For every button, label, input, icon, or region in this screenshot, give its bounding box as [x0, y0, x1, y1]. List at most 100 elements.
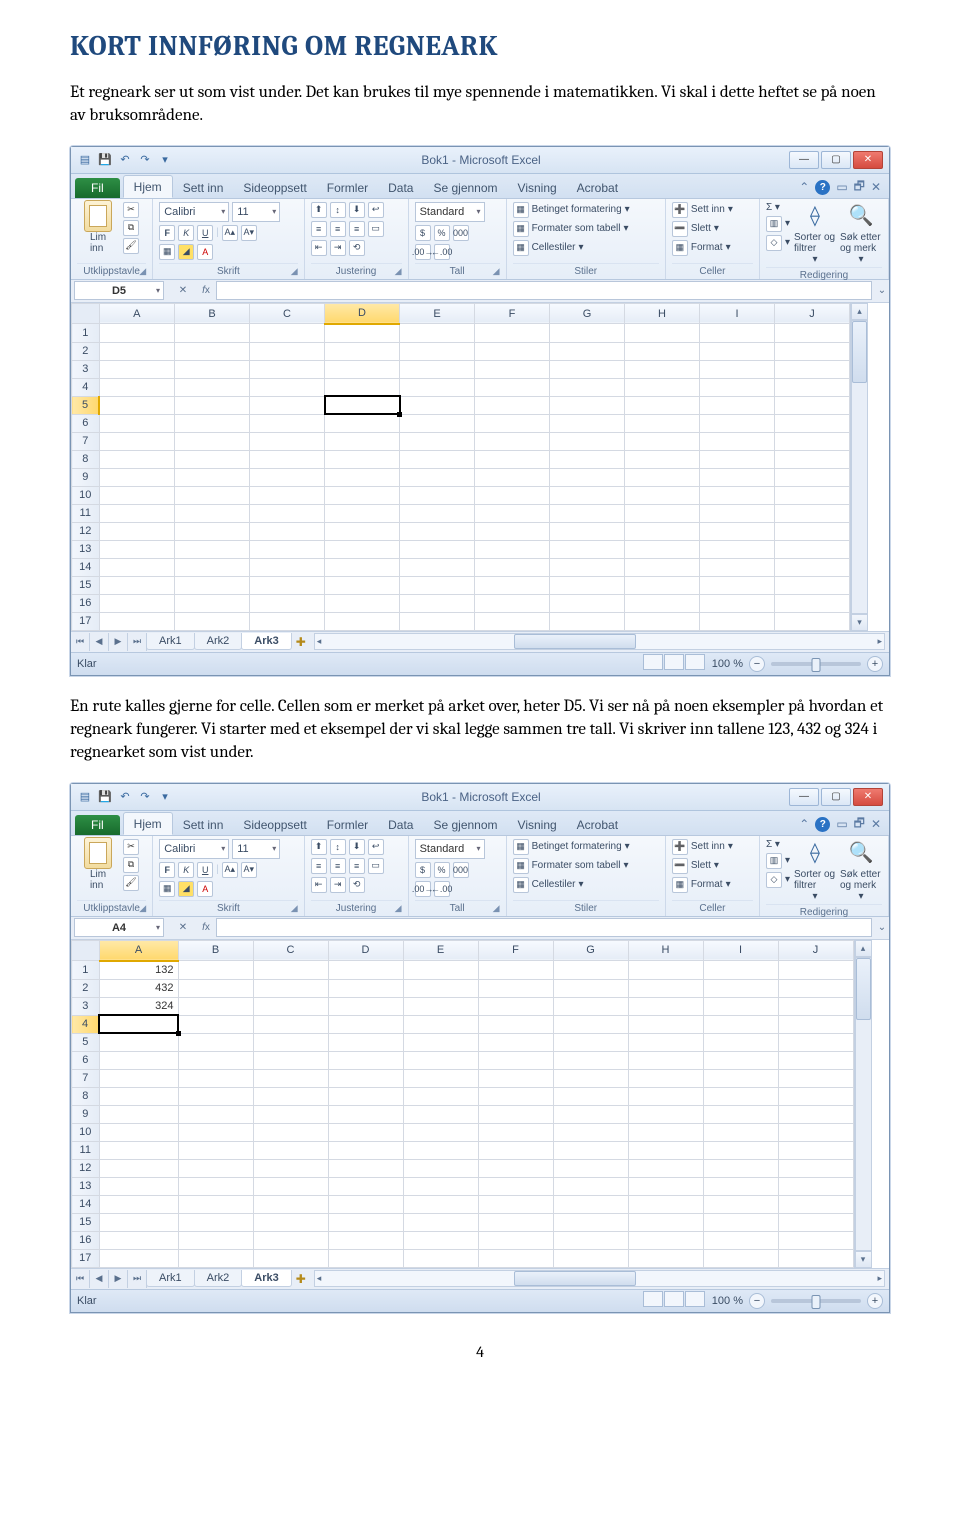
delete-cells-button[interactable]: ➖Slett ▾ [672, 221, 719, 237]
cell-I1[interactable] [703, 961, 778, 980]
cell-E1[interactable] [403, 961, 478, 980]
col-header-B[interactable]: B [178, 940, 253, 961]
cell-G13[interactable] [553, 1177, 628, 1195]
cell-B2[interactable] [178, 979, 253, 997]
cell-C11[interactable] [250, 504, 325, 522]
cell-D4[interactable] [325, 378, 400, 396]
insert-function-icon[interactable]: fx [196, 282, 216, 299]
cell-I16[interactable] [703, 1231, 778, 1249]
row-header-13[interactable]: 13 [72, 540, 100, 558]
expand-formula-bar-icon[interactable]: ⌄ [875, 285, 889, 296]
spreadsheet-grid-1[interactable]: ABCDEFGHIJ1234567891011121314151617 [71, 303, 850, 631]
cell-F10[interactable] [475, 486, 550, 504]
cell-G17[interactable] [550, 612, 625, 630]
view-buttons[interactable] [643, 654, 706, 673]
font-size-combo[interactable]: 11 [232, 202, 280, 222]
view-buttons[interactable] [643, 1291, 706, 1310]
cell-J15[interactable] [778, 1213, 853, 1231]
cell-G10[interactable] [553, 1123, 628, 1141]
insert-function-icon[interactable]: fx [196, 919, 216, 936]
cell-G10[interactable] [550, 486, 625, 504]
cell-F8[interactable] [478, 1087, 553, 1105]
cell-I4[interactable] [700, 378, 775, 396]
tab-se-gjennom[interactable]: Se gjennom [423, 177, 507, 198]
cell-J2[interactable] [775, 342, 850, 360]
cell-A3[interactable]: 324 [99, 997, 178, 1015]
row-header-6[interactable]: 6 [72, 1051, 100, 1069]
row-header-3[interactable]: 3 [72, 360, 100, 378]
increase-decimal-icon[interactable]: .00→ [415, 881, 431, 897]
cell-E10[interactable] [403, 1123, 478, 1141]
cell-G4[interactable] [550, 378, 625, 396]
cell-E2[interactable] [403, 979, 478, 997]
col-header-G[interactable]: G [553, 940, 628, 961]
cell-B8[interactable] [175, 450, 250, 468]
cell-J4[interactable] [775, 378, 850, 396]
cell-C12[interactable] [250, 522, 325, 540]
col-header-H[interactable]: H [625, 303, 700, 324]
cell-I2[interactable] [700, 342, 775, 360]
cell-B13[interactable] [178, 1177, 253, 1195]
bold-icon[interactable]: F [159, 225, 175, 241]
cell-I10[interactable] [703, 1123, 778, 1141]
cell-E3[interactable] [403, 997, 478, 1015]
shrink-font-icon[interactable]: A▾ [241, 225, 257, 241]
zoom-level[interactable]: 100 % [712, 658, 743, 670]
currency-icon[interactable]: $ [415, 225, 431, 241]
cell-G15[interactable] [553, 1213, 628, 1231]
cell-D11[interactable] [325, 504, 400, 522]
dialog-launcher-icon[interactable]: ◢ [493, 266, 500, 277]
cell-A2[interactable] [99, 342, 175, 360]
cell-H8[interactable] [628, 1087, 703, 1105]
cell-H6[interactable] [625, 414, 700, 432]
col-header-G[interactable]: G [550, 303, 625, 324]
clear-icon[interactable]: ◇ [766, 872, 782, 888]
cell-D14[interactable] [328, 1195, 403, 1213]
align-middle-icon[interactable]: ↕ [330, 202, 346, 218]
clear-icon[interactable]: ◇ [766, 235, 782, 251]
cell-C17[interactable] [253, 1249, 328, 1267]
prev-sheet-icon[interactable]: ◀ [90, 1270, 109, 1288]
cell-F7[interactable] [478, 1069, 553, 1087]
cell-A9[interactable] [99, 1105, 178, 1123]
row-header-15[interactable]: 15 [72, 576, 100, 594]
help-icon[interactable]: ? [815, 180, 830, 195]
cell-C8[interactable] [253, 1087, 328, 1105]
cell-F3[interactable] [475, 360, 550, 378]
cell-F13[interactable] [478, 1177, 553, 1195]
cell-E6[interactable] [400, 414, 475, 432]
save-icon[interactable]: 💾 [97, 152, 113, 168]
cell-A12[interactable] [99, 1159, 178, 1177]
cell-B7[interactable] [178, 1069, 253, 1087]
cell-D7[interactable] [328, 1069, 403, 1087]
align-bottom-icon[interactable]: ⬇ [349, 202, 365, 218]
save-icon[interactable]: 💾 [97, 789, 113, 805]
cell-B14[interactable] [178, 1195, 253, 1213]
cell-H10[interactable] [628, 1123, 703, 1141]
row-header-2[interactable]: 2 [72, 342, 100, 360]
cell-F17[interactable] [475, 612, 550, 630]
italic-icon[interactable]: K [178, 862, 194, 878]
merge-center-icon[interactable]: ▭ [368, 221, 384, 237]
cell-D9[interactable] [325, 468, 400, 486]
cell-J9[interactable] [778, 1105, 853, 1123]
comma-style-icon[interactable]: 000 [453, 225, 469, 241]
cell-E10[interactable] [400, 486, 475, 504]
cell-G17[interactable] [553, 1249, 628, 1267]
horizontal-scrollbar[interactable] [314, 1270, 885, 1287]
format-as-table-button[interactable]: ▦Formater som tabell ▾ [513, 221, 629, 237]
cancel-entry-icon[interactable]: ✕ [173, 919, 193, 936]
cell-B9[interactable] [175, 468, 250, 486]
cell-E9[interactable] [400, 468, 475, 486]
cell-C15[interactable] [253, 1213, 328, 1231]
scroll-down-icon[interactable]: ▾ [851, 614, 868, 631]
cell-G7[interactable] [553, 1069, 628, 1087]
cell-H4[interactable] [628, 1015, 703, 1033]
cell-H15[interactable] [628, 1213, 703, 1231]
cell-D2[interactable] [325, 342, 400, 360]
cell-E12[interactable] [400, 522, 475, 540]
name-box[interactable]: A4 [74, 918, 164, 937]
tab-formler[interactable]: Formler [317, 177, 378, 198]
cell-G14[interactable] [550, 558, 625, 576]
expand-formula-bar-icon[interactable]: ⌄ [875, 922, 889, 933]
